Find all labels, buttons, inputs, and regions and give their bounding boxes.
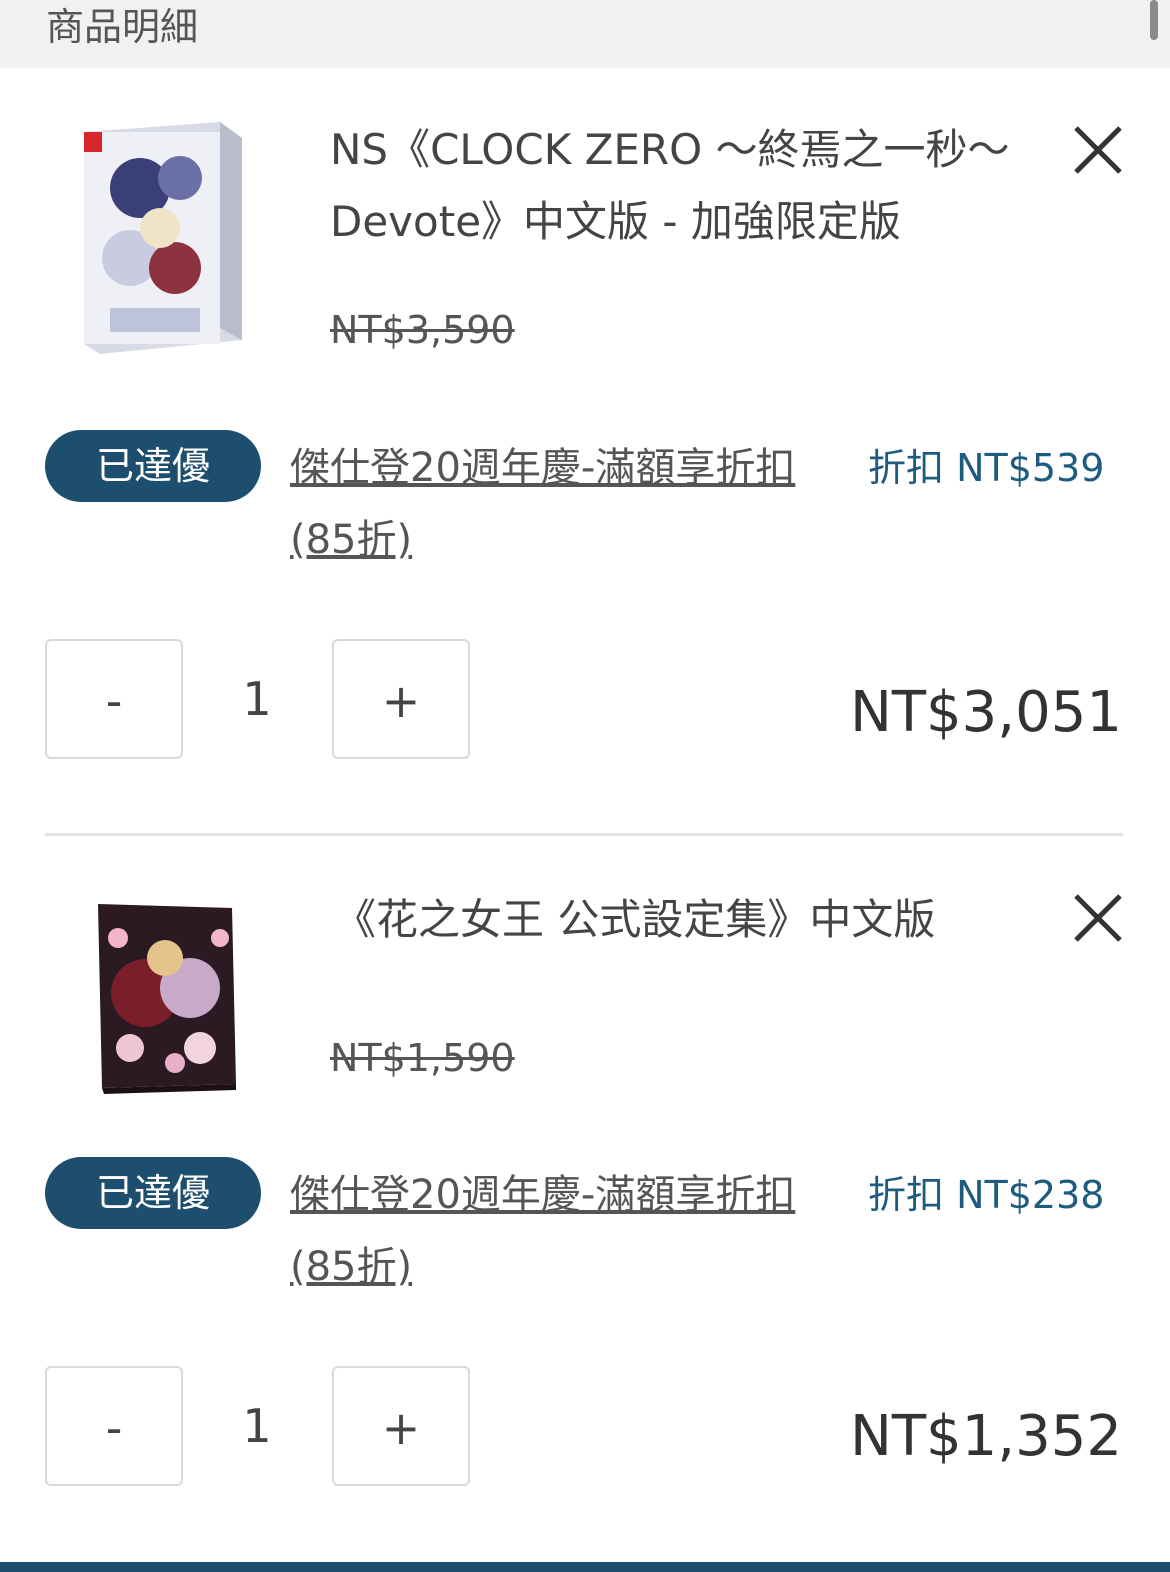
- promo-link[interactable]: 傑仕登20週年慶-滿額享折扣(85折): [290, 1159, 830, 1303]
- discount-amount: 折扣 NT$238: [868, 1173, 1105, 1217]
- original-price: NT$3,590: [330, 308, 515, 352]
- product-image[interactable]: [70, 898, 250, 1138]
- promo-status-badge: 已達優: [45, 430, 261, 502]
- remove-item-button[interactable]: [1072, 892, 1124, 944]
- section-title: 商品明細: [46, 5, 199, 49]
- promo-status-badge: 已達優: [45, 1157, 261, 1229]
- quantity-value: 1: [242, 672, 272, 726]
- product-image[interactable]: [70, 118, 250, 358]
- close-icon: [1074, 126, 1122, 174]
- scrollbar[interactable]: [1150, 0, 1158, 40]
- line-total-price: NT$3,051: [849, 680, 1122, 745]
- cart-item: NS《CLOCK ZERO ～終焉之一秒～ Devote》中文版 - 加強限定版…: [0, 68, 1170, 795]
- quantity-value: 1: [242, 1399, 272, 1453]
- product-name[interactable]: NS《CLOCK ZERO ～終焉之一秒～ Devote》中文版 - 加強限定版: [330, 114, 1030, 258]
- product-image-art: [84, 122, 242, 354]
- original-price: NT$1,590: [330, 1036, 515, 1080]
- product-image-art: [98, 904, 236, 1094]
- quantity-increase-button[interactable]: +: [332, 1366, 470, 1486]
- line-total-price: NT$1,352: [849, 1404, 1122, 1469]
- close-icon: [1074, 894, 1122, 942]
- quantity-decrease-button[interactable]: -: [45, 639, 183, 759]
- remove-item-button[interactable]: [1072, 124, 1124, 176]
- product-name[interactable]: 《花之女王 公式設定集》中文版: [334, 884, 1034, 956]
- bottom-bar-edge: [0, 1562, 1170, 1572]
- promo-link[interactable]: 傑仕登20週年慶-滿額享折扣(85折): [290, 432, 830, 576]
- discount-amount: 折扣 NT$539: [868, 446, 1105, 490]
- cart-item: 《花之女王 公式設定集》中文版 NT$1,590 已達優 傑仕登20週年慶-滿額…: [0, 836, 1170, 1563]
- section-header: 商品明細: [0, 0, 1170, 68]
- quantity-increase-button[interactable]: +: [332, 639, 470, 759]
- quantity-decrease-button[interactable]: -: [45, 1366, 183, 1486]
